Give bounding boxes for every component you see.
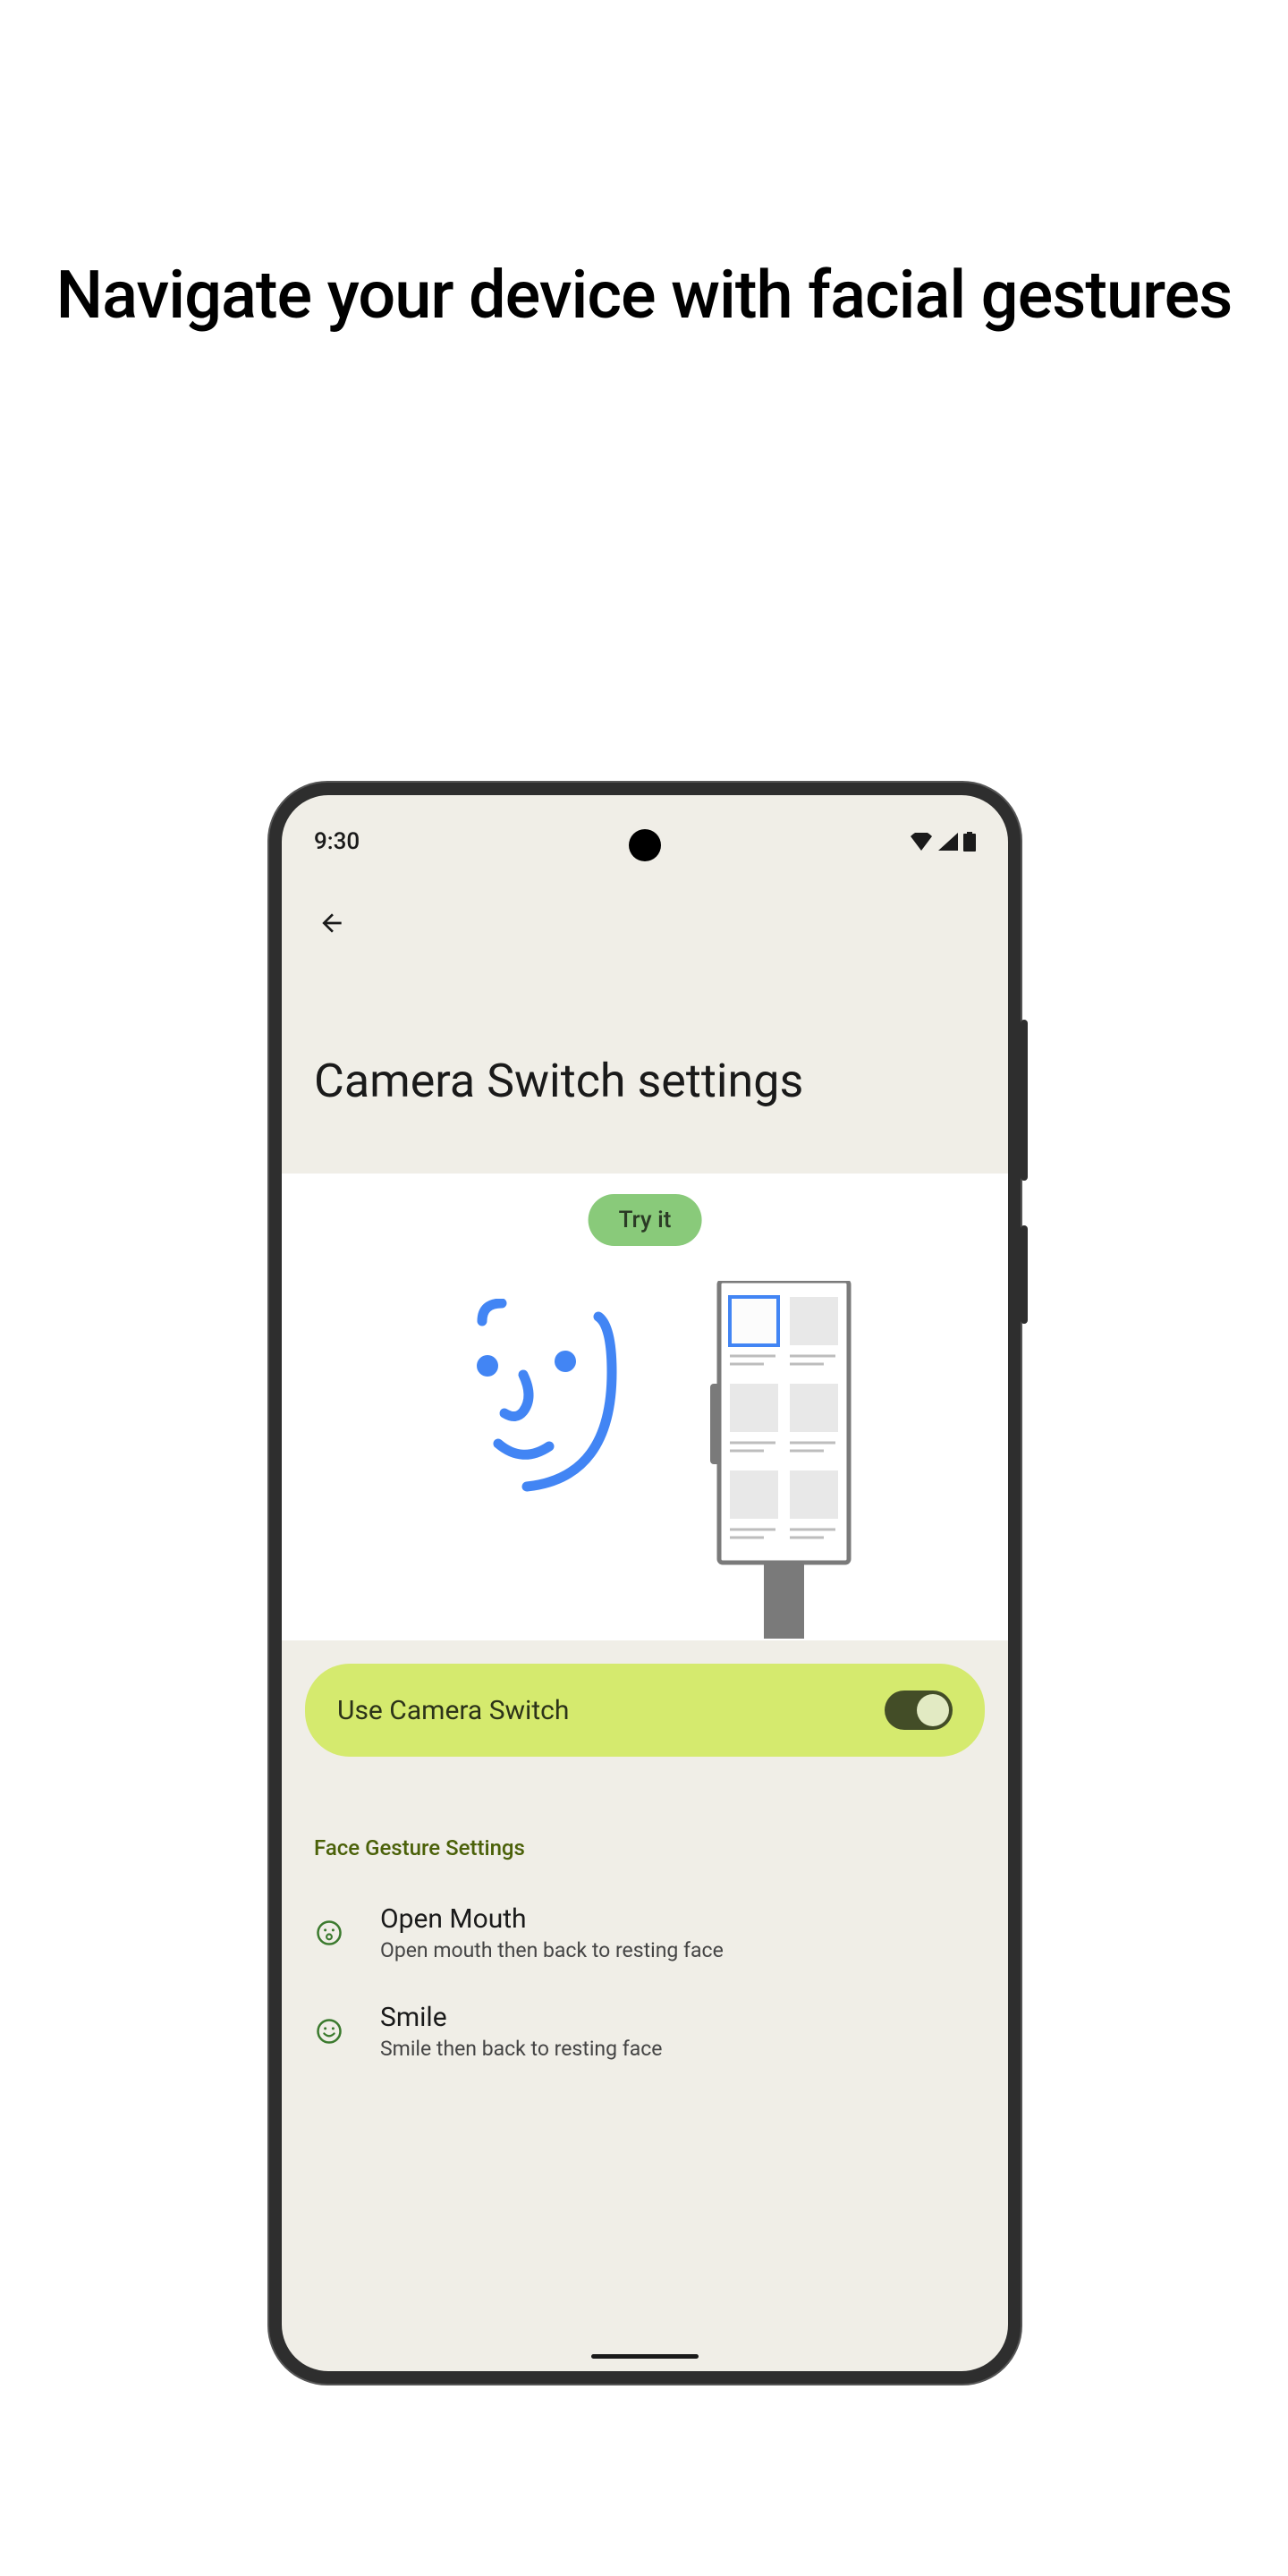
nav-indicator [591, 2354, 699, 2359]
status-icons [910, 832, 976, 852]
gesture-title: Open Mouth [380, 1903, 976, 1935]
use-camera-switch-toggle[interactable]: Use Camera Switch [305, 1664, 985, 1757]
camera-punch-hole [629, 829, 661, 861]
phone-grid-illustration-icon [697, 1281, 871, 1639]
smile-icon [314, 2016, 344, 2046]
try-it-button[interactable]: Try it [589, 1194, 702, 1246]
gesture-text: Smile Smile then back to resting face [380, 2002, 976, 2061]
gesture-text: Open Mouth Open mouth then back to resti… [380, 1903, 976, 1962]
phone-screen: 9:30 Camera Switch setti [282, 795, 1008, 2371]
gesture-item-smile[interactable]: Smile Smile then back to resting face [282, 1982, 1008, 2080]
toggle-switch[interactable] [885, 1690, 953, 1730]
page-title: Camera Switch settings [282, 959, 1008, 1174]
gesture-title: Smile [380, 2002, 976, 2033]
gesture-description: Open mouth then back to resting face [380, 1938, 976, 1962]
section-header: Face Gesture Settings [282, 1757, 1008, 1884]
hero-section: Try it [282, 1174, 1008, 1640]
battery-icon [963, 832, 976, 852]
status-time: 9:30 [314, 828, 360, 855]
wifi-icon [910, 833, 933, 851]
phone-side-buttons [1021, 1020, 1028, 1324]
app-bar [282, 862, 1008, 959]
illustration [282, 1281, 1008, 1639]
toggle-container: Use Camera Switch [282, 1640, 1008, 1757]
toggle-thumb [917, 1694, 949, 1726]
gesture-description: Smile then back to resting face [380, 2037, 976, 2061]
toggle-label: Use Camera Switch [337, 1695, 569, 1726]
back-button[interactable] [314, 905, 350, 941]
face-illustration-icon [419, 1299, 625, 1504]
open-mouth-icon [314, 1918, 344, 1948]
phone-frame: 9:30 Camera Switch setti [269, 783, 1021, 2384]
gesture-item-open-mouth[interactable]: Open Mouth Open mouth then back to resti… [282, 1884, 1008, 1982]
promo-heading: Navigate your device with facial gesture… [0, 0, 1288, 338]
signal-icon [938, 833, 958, 851]
arrow-left-icon [318, 909, 346, 937]
